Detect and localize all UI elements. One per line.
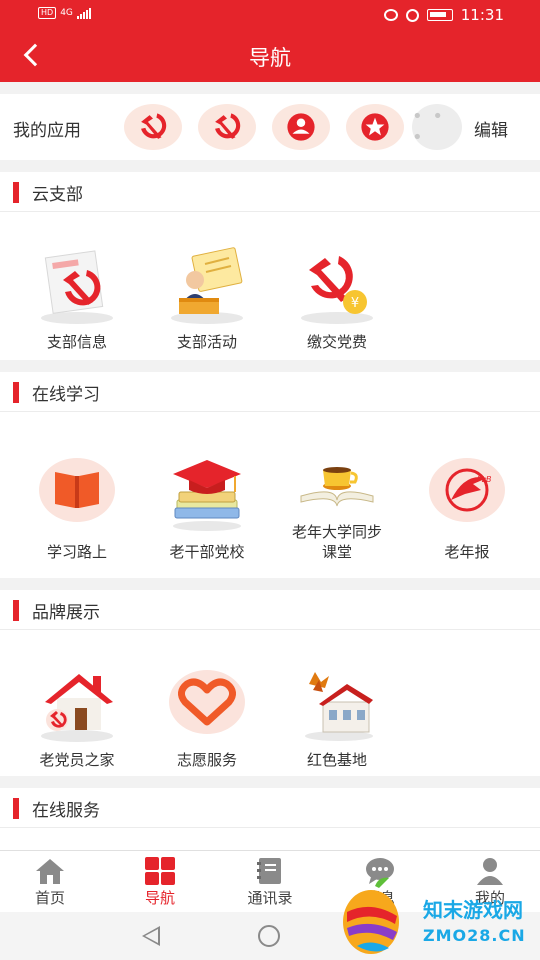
- my-apps-bar: 我的应用 • • • 编辑: [0, 94, 540, 160]
- system-back-icon[interactable]: [142, 926, 160, 946]
- tile-branch-info[interactable]: 支部信息: [12, 246, 142, 352]
- tile-label-line-2: 课堂: [321, 543, 352, 561]
- watermark-text-1: 知末游戏网: [423, 898, 523, 922]
- tile-old-member-home[interactable]: 老党员之家: [12, 664, 142, 770]
- nav-label: 通讯录: [247, 889, 293, 907]
- section-header: 在线学习: [0, 372, 540, 412]
- system-home-icon[interactable]: [258, 925, 280, 947]
- house-emblem-icon: [35, 664, 119, 744]
- section-title: 云支部: [32, 185, 83, 205]
- tile-senior-university-class[interactable]: 老年大学同步 课堂: [272, 456, 402, 562]
- party-emblem-document-icon: [35, 246, 119, 326]
- tile-label: 学习路上: [46, 543, 107, 561]
- coffee-book-icon: [295, 456, 379, 536]
- book-icon: [35, 456, 119, 536]
- party-emblem-icon: [141, 113, 167, 139]
- tile-label: 支部活动: [176, 333, 237, 351]
- tile-cadre-party-school[interactable]: 老干部党校: [142, 456, 272, 562]
- section-accent-bar: [13, 600, 19, 621]
- graduation-cap-icon: [165, 456, 249, 536]
- section-online-service: 在线服务: [0, 788, 540, 850]
- status-time: 11:31: [460, 6, 504, 24]
- signal-icon: [76, 7, 91, 19]
- nav-contacts[interactable]: 通讯录: [216, 851, 324, 913]
- section-online-learning: 在线学习 学习路上 老干部党校 老年大学同步 课堂 FLB 老年报: [0, 372, 540, 578]
- battery-icon: [426, 9, 453, 21]
- section-accent-bar: [13, 382, 19, 403]
- my-app-1[interactable]: [124, 104, 182, 150]
- red-base-house-icon: [295, 664, 379, 744]
- eye-icon: [383, 9, 398, 21]
- watermark-text-2: ZMO28.CN: [423, 926, 526, 945]
- svg-text:FLB: FLB: [477, 475, 492, 484]
- nav-label: 导航: [144, 889, 175, 907]
- my-app-2[interactable]: [198, 104, 256, 150]
- home-icon: [35, 857, 65, 885]
- my-app-4[interactable]: [346, 104, 404, 150]
- tile-senior-newspaper[interactable]: FLB 老年报: [402, 456, 532, 562]
- heart-hands-icon: [165, 664, 249, 744]
- section-header: 品牌展示: [0, 590, 540, 630]
- section-title: 品牌展示: [32, 603, 100, 623]
- section-brand-showcase: 品牌展示 老党员之家 志愿服务 红色基地: [0, 590, 540, 776]
- tile-label: 老党员之家: [39, 751, 115, 769]
- nav-home[interactable]: 首页: [0, 851, 104, 913]
- tile-red-base[interactable]: 红色基地: [272, 664, 402, 770]
- tile-label: 志愿服务: [176, 751, 237, 769]
- tile-learning-road[interactable]: 学习路上: [12, 456, 142, 562]
- tile-label: 支部信息: [46, 333, 107, 351]
- section-title: 在线服务: [32, 801, 100, 821]
- my-apps-label: 我的应用: [13, 121, 81, 141]
- section-accent-bar: [13, 798, 19, 819]
- alarm-icon: [405, 8, 419, 22]
- hd-badge: HD: [38, 7, 57, 19]
- more-icon: • • •: [412, 106, 445, 148]
- section-header: 在线服务: [0, 788, 540, 828]
- tile-party-dues[interactable]: ¥ 缴交党费: [272, 246, 402, 352]
- tile-label: 老年报: [444, 543, 490, 561]
- grid-icon: [145, 857, 175, 885]
- contacts-book-icon: [255, 857, 285, 885]
- watermark-logo-icon: [343, 877, 399, 954]
- party-emblem-icon: [215, 113, 241, 139]
- tile-label: 红色基地: [306, 751, 367, 769]
- my-app-3[interactable]: [272, 104, 330, 150]
- network-type: 4G: [60, 8, 73, 18]
- meeting-speaker-icon: [165, 246, 249, 326]
- edit-button[interactable]: 编辑: [474, 116, 508, 141]
- svg-text:¥: ¥: [351, 296, 359, 311]
- section-accent-bar: [13, 182, 19, 203]
- page-title: 导航: [249, 46, 291, 70]
- section-title: 在线学习: [32, 385, 100, 405]
- tile-label: 老干部党校: [169, 543, 245, 561]
- party-emblem-yuan-icon: ¥: [295, 246, 379, 326]
- tile-branch-activity[interactable]: 支部活动: [142, 246, 272, 352]
- nav-navigation[interactable]: 导航: [106, 851, 214, 913]
- watermark: 知末游戏网 ZMO28.CN: [335, 872, 540, 960]
- star-icon: [361, 113, 389, 141]
- tile-volunteer-service[interactable]: 志愿服务: [142, 664, 272, 770]
- status-bar: HD 4G 11:31: [0, 0, 540, 30]
- person-icon: [287, 113, 315, 141]
- title-bar: 导航: [0, 30, 540, 82]
- my-app-more[interactable]: • • •: [412, 104, 462, 150]
- tile-label: 缴交党费: [306, 333, 367, 351]
- newspaper-logo-icon: FLB: [425, 456, 509, 536]
- status-left: HD 4G: [38, 7, 91, 19]
- section-cloud-branch: 云支部 支部信息 支部活动 ¥ 缴交党费: [0, 172, 540, 360]
- nav-label: 首页: [34, 889, 65, 907]
- status-right: 11:31: [383, 6, 504, 24]
- section-header: 云支部: [0, 172, 540, 212]
